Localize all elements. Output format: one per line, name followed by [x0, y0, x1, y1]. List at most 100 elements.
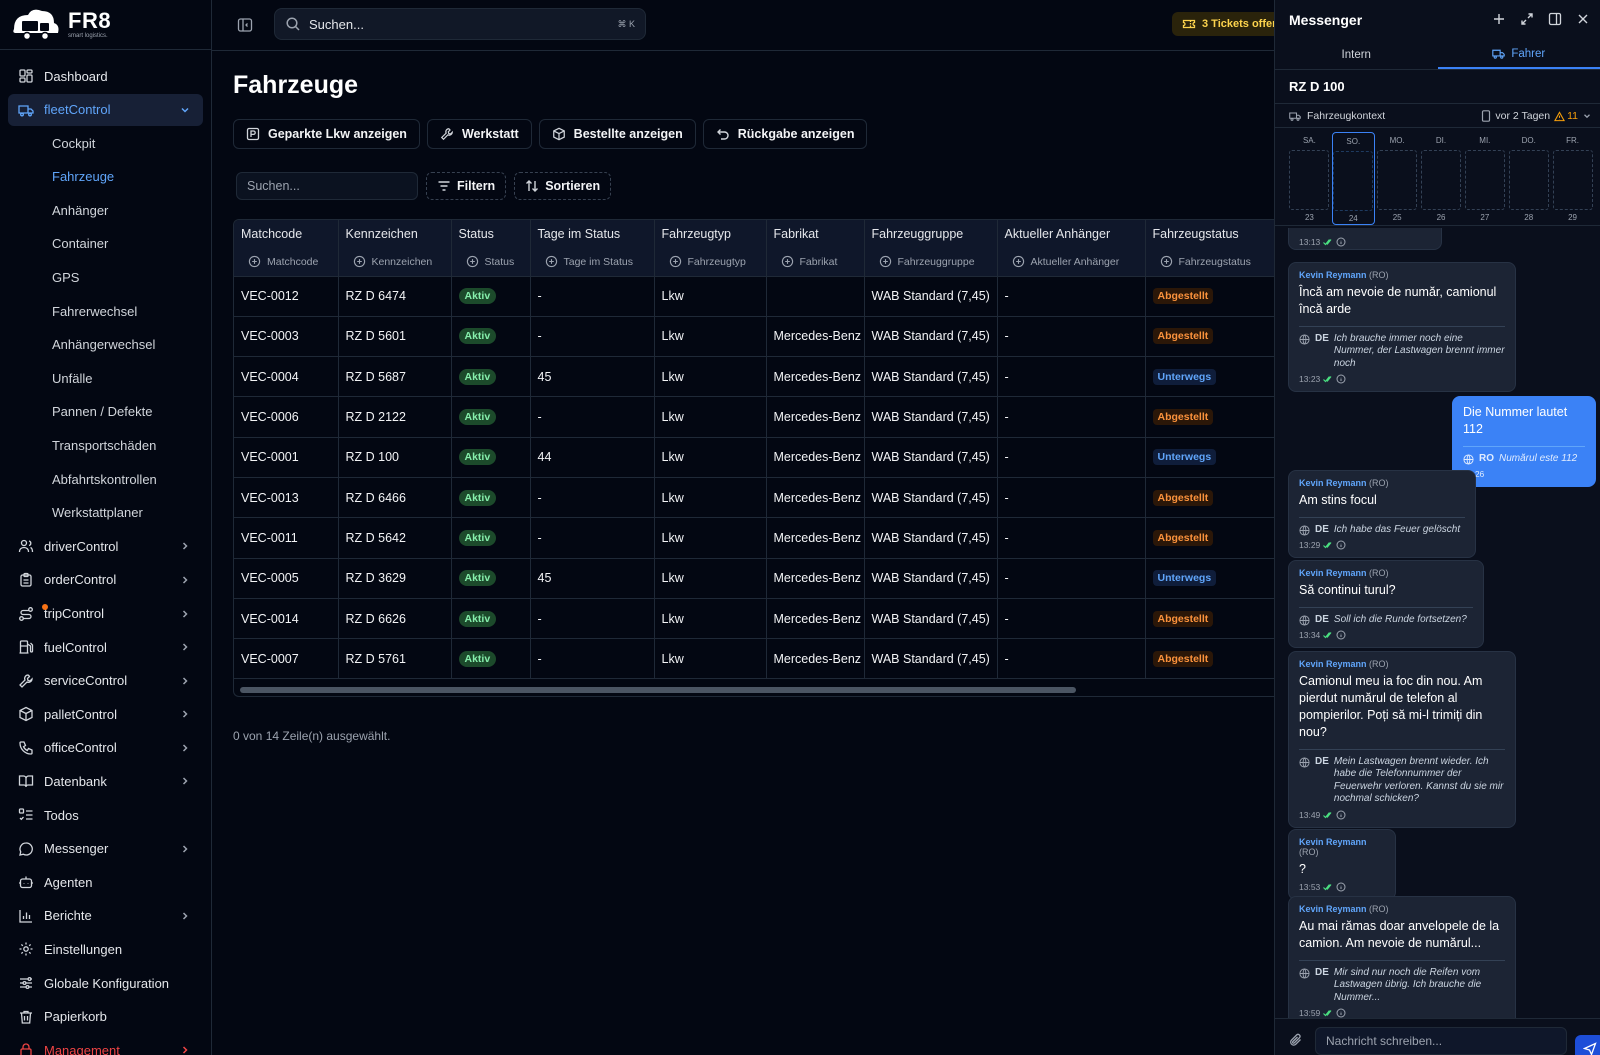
message-input[interactable]: Nachricht schreiben...	[1315, 1027, 1567, 1055]
column-header[interactable]: Fahrzeuggruppe	[864, 220, 998, 248]
plus-icon[interactable]	[1492, 12, 1506, 26]
calendar-day[interactable]: SA. 23	[1288, 132, 1331, 225]
calendar-day[interactable]: MI. 27	[1463, 132, 1506, 225]
column-header[interactable]: Fahrzeugstatus	[1145, 220, 1274, 248]
workshop-button[interactable]: Werkstatt	[426, 119, 532, 149]
tab-fahrer[interactable]: Fahrer	[1437, 40, 1600, 69]
chevron-right-icon[interactable]	[179, 675, 191, 687]
chevron-right-icon[interactable]	[179, 641, 191, 653]
column-header[interactable]: Tage im Status	[530, 220, 655, 248]
column-header[interactable]: Status	[451, 220, 531, 248]
table-row[interactable]: VEC-0006 RZ D 2122 Aktiv - Lkw Mercedes-Benz W…	[234, 396, 1274, 438]
sort-button[interactable]: Sortieren	[514, 172, 612, 200]
sidebar-subitem-unfaelle[interactable]: Unfälle	[8, 362, 203, 394]
chevron-right-icon[interactable]	[179, 1044, 191, 1055]
horizontal-scrollbar[interactable]	[234, 686, 1274, 694]
table-row[interactable]: VEC-0011 RZ D 5642 Aktiv - Lkw Mercedes-Benz W…	[234, 517, 1274, 559]
tickets-badge[interactable]: 3 Tickets offen	[1172, 12, 1289, 36]
info-icon[interactable]	[1336, 237, 1346, 247]
table-row[interactable]: VEC-0007 RZ D 5761 Aktiv - Lkw Mercedes-Benz W…	[234, 638, 1274, 680]
sidebar-item-dashboard[interactable]: Dashboard	[8, 60, 203, 92]
chevron-right-icon[interactable]	[179, 540, 191, 552]
sidebar-subitem-pannen[interactable]: Pannen / Defekte	[8, 396, 203, 428]
vehicle-context-bar[interactable]: Fahrzeugkontext vor 2 Tagen 11	[1275, 104, 1600, 128]
info-icon[interactable]	[1336, 810, 1346, 820]
table-row[interactable]: VEC-0012 RZ D 6474 Aktiv - Lkw WAB Standard (…	[234, 276, 1274, 317]
info-icon[interactable]	[1336, 1008, 1346, 1018]
column-filter-button[interactable]: Matchcode	[234, 248, 339, 277]
paperclip-icon[interactable]	[1289, 1033, 1303, 1047]
sidebar-item-fleetcontrol[interactable]: fleetControl	[8, 93, 203, 126]
sidebar-item-fuelcontrol[interactable]: fuelControl	[8, 631, 203, 663]
table-row[interactable]: VEC-0005 RZ D 3629 Aktiv 45 Lkw Mercedes-Benz…	[234, 558, 1274, 599]
sidebar-item-tripcontrol[interactable]: tripControl	[8, 598, 203, 630]
chevron-right-icon[interactable]	[179, 708, 191, 720]
calendar-day[interactable]: DI. 26	[1420, 132, 1463, 225]
panel-icon[interactable]	[1548, 12, 1562, 26]
show-returns-button[interactable]: Rückgabe anzeigen	[702, 119, 868, 149]
column-filter-button[interactable]: Fahrzeugstatus	[1145, 248, 1274, 277]
column-filter-button[interactable]: Fahrzeuggruppe	[864, 248, 998, 277]
sidebar-item-drivercontrol[interactable]: driverControl	[8, 530, 203, 562]
close-icon[interactable]	[1576, 12, 1590, 26]
global-search-input[interactable]: Suchen... ⌘ K	[274, 8, 646, 40]
sidebar-item-ordercontrol[interactable]: orderControl	[8, 564, 203, 596]
chevron-right-icon[interactable]	[179, 742, 191, 754]
calendar-day[interactable]: FR. 29	[1551, 132, 1594, 225]
calendar-day[interactable]: SO. 24	[1331, 132, 1375, 225]
table-row[interactable]: VEC-0013 RZ D 6466 Aktiv - Lkw Mercedes-Benz W…	[234, 477, 1274, 519]
sidebar-toggle-icon[interactable]	[237, 17, 253, 33]
sidebar-subitem-fahrerwechsel[interactable]: Fahrerwechsel	[8, 295, 203, 327]
tab-intern[interactable]: Intern	[1275, 40, 1438, 69]
column-filter-button[interactable]: Status	[451, 248, 531, 277]
chevron-right-icon[interactable]	[179, 574, 191, 586]
chevron-down-icon[interactable]	[1582, 111, 1592, 121]
column-header[interactable]: Fahrzeugtyp	[654, 220, 767, 248]
sidebar-item-globale-konfiguration[interactable]: Globale Konfiguration	[8, 967, 203, 999]
column-header[interactable]: Fabrikat	[766, 220, 865, 248]
table-row[interactable]: VEC-0004 RZ D 5687 Aktiv 45 Lkw Mercedes-Benz…	[234, 356, 1274, 398]
sidebar-subitem-anhaenger[interactable]: Anhänger	[8, 194, 203, 226]
sidebar-subitem-transportschaeden[interactable]: Transportschäden	[8, 430, 203, 462]
sidebar-subitem-cockpit[interactable]: Cockpit	[8, 127, 203, 159]
logo[interactable]: FR8 smart logistics.	[0, 0, 211, 50]
sidebar-item-papierkorb[interactable]: Papierkorb	[8, 1001, 203, 1033]
column-header[interactable]: Kennzeichen	[338, 220, 452, 248]
sidebar-item-berichte[interactable]: Berichte	[8, 900, 203, 932]
send-button[interactable]	[1575, 1035, 1600, 1055]
filter-button[interactable]: Filtern	[426, 172, 507, 200]
info-icon[interactable]	[1336, 882, 1346, 892]
column-filter-button[interactable]: Tage im Status	[530, 248, 655, 277]
column-filter-button[interactable]: Kennzeichen	[338, 248, 452, 277]
sidebar-item-messenger[interactable]: Messenger	[8, 833, 203, 865]
calendar-day[interactable]: DO. 28	[1507, 132, 1550, 225]
table-row[interactable]: VEC-0014 RZ D 6626 Aktiv - Lkw Mercedes-Benz W…	[234, 598, 1274, 640]
sidebar-subitem-fahrzeuge[interactable]: Fahrzeuge	[8, 161, 203, 193]
sidebar-item-palletcontrol[interactable]: palletControl	[8, 698, 203, 730]
sidebar-item-agenten[interactable]: Agenten	[8, 866, 203, 898]
sidebar-subitem-abfahrtskontrollen[interactable]: Abfahrtskontrollen	[8, 463, 203, 495]
calendar-day[interactable]: MO. 25	[1376, 132, 1419, 225]
scrollbar-thumb[interactable]	[240, 687, 1076, 693]
info-icon[interactable]	[1336, 630, 1346, 640]
info-icon[interactable]	[1336, 540, 1346, 550]
sidebar-item-einstellungen[interactable]: Einstellungen	[8, 933, 203, 965]
sidebar-subitem-gps[interactable]: GPS	[8, 262, 203, 294]
table-row[interactable]: VEC-0003 RZ D 5601 Aktiv - Lkw Mercedes-Benz W…	[234, 316, 1274, 358]
sidebar-item-datenbank[interactable]: Datenbank	[8, 765, 203, 797]
table-row[interactable]: VEC-0001 RZ D 100 Aktiv 44 Lkw Mercedes-Benz W…	[234, 437, 1274, 478]
column-filter-button[interactable]: Fabrikat	[766, 248, 865, 277]
show-ordered-button[interactable]: Bestellte anzeigen	[538, 119, 696, 149]
info-icon[interactable]	[1336, 374, 1346, 384]
sidebar-item-officecontrol[interactable]: officeControl	[8, 732, 203, 764]
sidebar-subitem-container[interactable]: Container	[8, 228, 203, 260]
show-parked-trucks-button[interactable]: Geparkte Lkw anzeigen	[233, 119, 420, 149]
column-header[interactable]: Matchcode	[234, 220, 339, 248]
chevron-down-icon[interactable]	[179, 104, 191, 116]
column-filter-button[interactable]: Aktueller Anhänger	[997, 248, 1146, 277]
chevron-right-icon[interactable]	[179, 775, 191, 787]
table-search-input[interactable]: Suchen...	[236, 172, 418, 200]
sidebar-item-todos[interactable]: Todos	[8, 799, 203, 831]
sidebar-subitem-werkstattplaner[interactable]: Werkstattplaner	[8, 497, 203, 529]
column-header[interactable]: Aktueller Anhänger	[997, 220, 1146, 248]
